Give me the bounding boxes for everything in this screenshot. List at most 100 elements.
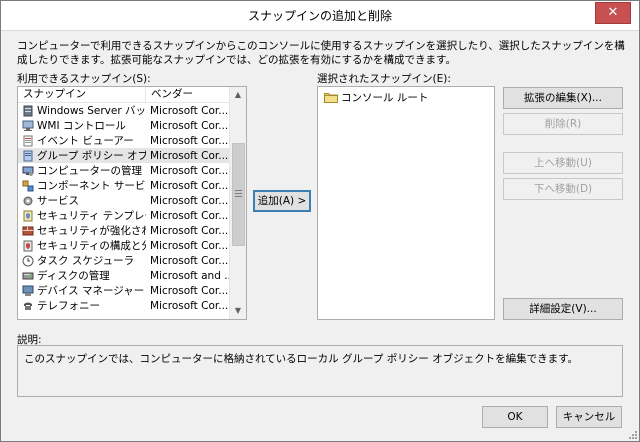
snapin-name: Windows Server バッ...	[37, 105, 146, 117]
selected-snapins-tree[interactable]: コンソール ルート	[317, 86, 495, 320]
cancel-button[interactable]: キャンセル	[556, 406, 622, 428]
snapin-vendor: Microsoft and ...	[150, 269, 232, 282]
task-scheduler-icon	[22, 255, 34, 266]
move-up-button[interactable]: 上へ移動(U)	[503, 152, 623, 174]
snapin-name-cell: サービス	[18, 193, 146, 208]
grip-line	[235, 190, 242, 191]
column-header-snapin[interactable]: スナップイン	[18, 87, 146, 102]
snapin-name-cell: セキュリティが強化された ...	[18, 223, 146, 238]
component-services-icon	[22, 180, 34, 191]
snapin-name: セキュリティが強化された ...	[37, 225, 146, 237]
snapin-name: デバイス マネージャー	[37, 285, 145, 297]
snapin-name: ディスクの管理	[37, 270, 110, 282]
remove-button[interactable]: 削除(R)	[503, 113, 623, 135]
title-bar[interactable]: スナップインの追加と削除 ✕	[1, 1, 639, 31]
snapin-row[interactable]: イベント ビューアー Microsoft Cor...	[18, 133, 232, 148]
grip-line	[235, 196, 242, 197]
snapin-vendor: Microsoft Cor...	[150, 134, 229, 147]
snapin-row[interactable]: サービス Microsoft Cor...	[18, 193, 232, 208]
wmi-control-icon	[22, 120, 34, 131]
snapin-row[interactable]: セキュリティの構成と分析 Microsoft Cor...	[18, 238, 232, 253]
scroll-up-arrow-icon[interactable]: ▲	[230, 87, 246, 103]
snapin-vendor: Microsoft Cor...	[150, 284, 229, 297]
snapin-name: セキュリティの構成と分析	[37, 240, 146, 252]
snapin-vendor: Microsoft Cor...	[150, 164, 229, 177]
ok-button[interactable]: OK	[482, 406, 548, 428]
snapin-name-cell: ディスクの管理	[18, 268, 146, 283]
advanced-settings-button[interactable]: 詳細設定(V)...	[503, 298, 623, 320]
snapin-name: イベント ビューアー	[37, 135, 134, 147]
snapin-name-cell: デバイス マネージャー	[18, 283, 146, 298]
computer-management-icon	[22, 166, 34, 176]
dialog-description: コンピューターで利用できるスナップインからこのコンソールに使用するスナップインを…	[17, 40, 625, 66]
snapin-name-cell: グループ ポリシー オブジェ...	[18, 148, 146, 163]
snapin-name: テレフォニー	[37, 300, 100, 312]
security-analysis-icon	[23, 240, 33, 251]
edit-extensions-button[interactable]: 拡張の編集(X)...	[503, 87, 623, 109]
available-snapins-rows: Windows Server バッ... Microsoft Cor... WMI …	[18, 103, 232, 313]
console-root-label: コンソール ルート	[341, 92, 429, 104]
scroll-down-arrow-icon[interactable]: ▼	[230, 303, 246, 319]
disk-management-icon	[22, 272, 34, 279]
snapin-row[interactable]: Windows Server バッ... Microsoft Cor...	[18, 103, 232, 118]
add-remove-snapins-dialog: スナップインの追加と削除 ✕ コンピューターで利用できるスナップインからこのコン…	[0, 0, 640, 442]
snapin-name-cell: イベント ビューアー	[18, 133, 146, 148]
snapin-row[interactable]: コンピューターの管理 Microsoft Cor...	[18, 163, 232, 178]
security-template-icon	[23, 210, 33, 221]
device-manager-icon	[22, 285, 34, 296]
snapin-row[interactable]: タスク スケジューラ Microsoft Cor...	[18, 253, 232, 268]
selected-snapins-label: 選択されたスナップイン(E):	[317, 73, 451, 85]
services-gear-icon	[23, 196, 33, 205]
snapin-vendor: Microsoft Cor...	[150, 299, 229, 312]
snapin-vendor: Microsoft Cor...	[150, 119, 229, 132]
snapin-row[interactable]: コンポーネント サービス Microsoft Cor...	[18, 178, 232, 193]
add-button[interactable]: 追加(A) >	[253, 190, 311, 212]
snapin-vendor: Microsoft Cor...	[150, 194, 229, 207]
snapin-vendor: Microsoft Cor...	[150, 104, 229, 117]
snapin-row[interactable]: セキュリティ テンプレート Microsoft Cor...	[18, 208, 232, 223]
snapin-name-cell: テレフォニー	[18, 298, 146, 313]
snapin-name-cell: WMI コントロール	[18, 118, 146, 133]
available-snapins-label: 利用できるスナップイン(S):	[17, 73, 151, 85]
snapin-vendor: Microsoft Cor...	[150, 149, 229, 162]
snapin-name-cell: コンポーネント サービス	[18, 178, 146, 193]
snapin-vendor: Microsoft Cor...	[150, 224, 229, 237]
snapin-name: セキュリティ テンプレート	[37, 210, 146, 222]
snapin-row[interactable]: セキュリティが強化された ... Microsoft Cor...	[18, 223, 232, 238]
snapin-name: コンピューターの管理	[37, 165, 142, 177]
available-snapins-list[interactable]: スナップイン ベンダー Windows Server バッ... Microsof…	[17, 86, 247, 320]
grip-line	[235, 193, 242, 194]
firewall-icon	[22, 226, 34, 235]
folder-icon	[324, 93, 338, 103]
snapin-name: タスク スケジューラ	[37, 255, 135, 267]
snapin-name: グループ ポリシー オブジェ...	[37, 150, 146, 162]
server-backup-icon	[23, 105, 33, 116]
snapin-name-cell: コンピューターの管理	[18, 163, 146, 178]
scrollbar-thumb[interactable]	[232, 143, 245, 246]
group-policy-icon	[23, 150, 33, 161]
snapin-name-cell: Windows Server バッ...	[18, 103, 146, 118]
snapin-name: コンポーネント サービス	[37, 180, 146, 192]
snapin-row[interactable]: グループ ポリシー オブジェ... Microsoft Cor...	[18, 148, 232, 163]
snapin-vendor: Microsoft Cor...	[150, 179, 229, 192]
event-viewer-icon	[23, 135, 33, 146]
resize-grip-icon[interactable]	[626, 428, 638, 440]
snapin-vendor: Microsoft Cor...	[150, 239, 229, 252]
snapin-row[interactable]: ディスクの管理 Microsoft and ...	[18, 268, 232, 283]
snapin-row[interactable]: テレフォニー Microsoft Cor...	[18, 298, 232, 313]
close-button[interactable]: ✕	[595, 2, 631, 24]
move-down-button[interactable]: 下へ移動(D)	[503, 178, 623, 200]
list-header: スナップイン ベンダー	[18, 87, 232, 103]
snapin-name: WMI コントロール	[37, 120, 126, 132]
snapin-vendor: Microsoft Cor...	[150, 209, 229, 222]
snapin-name-cell: セキュリティの構成と分析	[18, 238, 146, 253]
console-root-item[interactable]: コンソール ルート	[324, 90, 428, 105]
telephony-icon	[24, 302, 32, 310]
snapin-name: サービス	[37, 195, 79, 207]
column-header-vendor[interactable]: ベンダー	[146, 87, 232, 102]
snapin-name-cell: セキュリティ テンプレート	[18, 208, 146, 223]
snapin-row[interactable]: デバイス マネージャー Microsoft Cor...	[18, 283, 232, 298]
list-scrollbar[interactable]: ▲ ▼	[229, 87, 246, 319]
snapin-row[interactable]: WMI コントロール Microsoft Cor...	[18, 118, 232, 133]
snapin-name-cell: タスク スケジューラ	[18, 253, 146, 268]
